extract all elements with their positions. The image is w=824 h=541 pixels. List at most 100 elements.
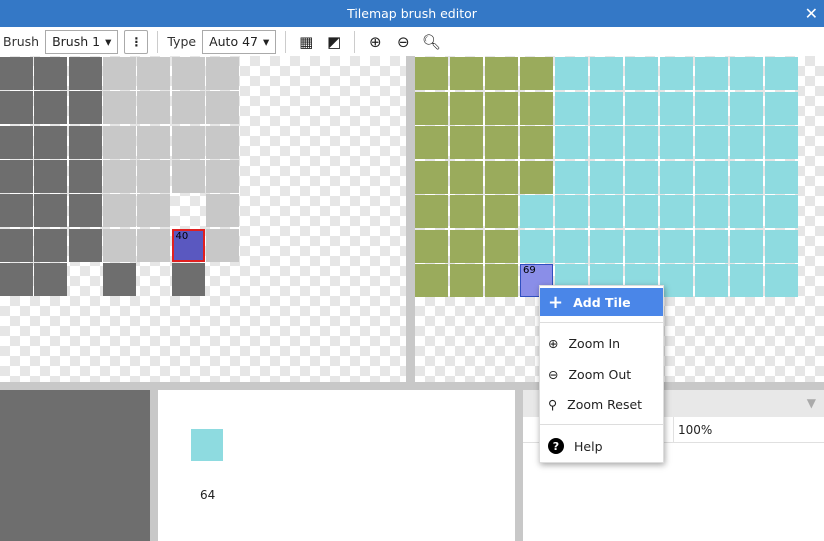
tileset-tile[interactable]: [590, 57, 623, 90]
brush-tile[interactable]: [68, 228, 102, 262]
brush-tile[interactable]: [0, 228, 33, 262]
brush-tile[interactable]: [68, 57, 102, 90]
tileset-tile[interactable]: [590, 160, 623, 194]
tileset-tile[interactable]: [660, 91, 693, 125]
brush-tile[interactable]: [68, 194, 102, 228]
zoom-in-icon[interactable]: ⊕: [364, 31, 386, 53]
brush-tile[interactable]: [34, 57, 68, 90]
tileset-tile[interactable]: [695, 229, 728, 263]
tileset-tile[interactable]: [625, 229, 658, 263]
tileset-tile[interactable]: [415, 91, 448, 125]
brush-tile[interactable]: [205, 228, 239, 262]
tileset-tile[interactable]: [485, 126, 518, 159]
tileset-tile[interactable]: [450, 126, 483, 159]
menu-item-help[interactable]: ? Help: [540, 432, 663, 460]
tileset-tile[interactable]: [730, 126, 763, 159]
menu-item-zoom-reset[interactable]: ⚲ Zoom Reset: [540, 390, 663, 418]
brush-tile[interactable]: [102, 194, 136, 228]
menu-item-zoom-in[interactable]: ⊕ Zoom In: [540, 329, 663, 357]
tileset-tile[interactable]: [555, 160, 588, 194]
tileset-tile[interactable]: [765, 229, 798, 263]
brush-tile[interactable]: [68, 91, 102, 125]
tileset-tile[interactable]: [590, 91, 623, 125]
tileset-tile[interactable]: [765, 160, 798, 194]
brush-tile[interactable]: [102, 91, 136, 125]
tileset-tile[interactable]: [590, 126, 623, 159]
zoom-reset-icon[interactable]: 🔍︎: [420, 31, 442, 53]
tileset-tile[interactable]: [695, 57, 728, 90]
tileset-tile[interactable]: [695, 91, 728, 125]
tileset-tile[interactable]: [450, 264, 483, 297]
tileset-tile[interactable]: [450, 91, 483, 125]
brush-tile[interactable]: [102, 262, 136, 296]
tileset-tile[interactable]: [415, 126, 448, 159]
brush-tile[interactable]: [34, 125, 68, 159]
tileset-tile[interactable]: [415, 229, 448, 263]
tileset-tile[interactable]: [660, 126, 693, 159]
tileset-tile[interactable]: [555, 195, 588, 228]
brush-tile[interactable]: [0, 91, 33, 125]
tileset-tile[interactable]: [695, 126, 728, 159]
type-select[interactable]: Auto 47 ▾: [202, 29, 277, 54]
tileset-tile[interactable]: [730, 91, 763, 125]
brush-tile[interactable]: [0, 262, 33, 296]
tileset-tile[interactable]: [450, 195, 483, 228]
brush-tile[interactable]: [205, 159, 239, 193]
tileset-tile[interactable]: [520, 57, 553, 90]
tileset-tile[interactable]: [730, 195, 763, 228]
tileset-tile[interactable]: [625, 195, 658, 228]
tileset-tile[interactable]: [730, 264, 763, 297]
brush-tile[interactable]: [137, 125, 171, 159]
brush-options-button[interactable]: ⋮: [124, 29, 149, 54]
brush-tile[interactable]: [171, 91, 205, 125]
tileset-tile[interactable]: [660, 57, 693, 90]
brush-tile[interactable]: [102, 125, 136, 159]
brush-tile[interactable]: [68, 159, 102, 193]
tileset-tile[interactable]: [555, 229, 588, 263]
brush-tile[interactable]: [205, 91, 239, 125]
tileset-tile[interactable]: [765, 126, 798, 159]
brush-tile[interactable]: [205, 57, 239, 90]
brush-tile[interactable]: [205, 194, 239, 228]
tileset-tile[interactable]: [555, 126, 588, 159]
tileset-tile[interactable]: [485, 195, 518, 228]
tileset-tile[interactable]: [695, 195, 728, 228]
tileset-tile[interactable]: [485, 91, 518, 125]
brush-tile[interactable]: [34, 91, 68, 125]
brush-canvas[interactable]: 40: [0, 56, 406, 382]
tileset-tile[interactable]: [695, 264, 728, 297]
tileset-tile[interactable]: [450, 229, 483, 263]
tileset-tile[interactable]: [450, 57, 483, 90]
brush-tile[interactable]: [137, 57, 171, 90]
tileset-tile[interactable]: [520, 160, 553, 194]
tileset-tile[interactable]: [730, 160, 763, 194]
tileset-tile[interactable]: [415, 264, 448, 297]
tileset-tile[interactable]: [450, 160, 483, 194]
brush-tile[interactable]: [34, 228, 68, 262]
tileset-tile[interactable]: [520, 91, 553, 125]
tileset-tile[interactable]: [660, 160, 693, 194]
tileset-tile[interactable]: [485, 229, 518, 263]
brush-tile[interactable]: [0, 194, 33, 228]
tileset-tile[interactable]: [555, 57, 588, 90]
tileset-tile[interactable]: [625, 91, 658, 125]
tileset-tile[interactable]: [625, 126, 658, 159]
half-square-icon[interactable]: ◩: [323, 31, 345, 53]
tileset-tile[interactable]: [415, 57, 448, 90]
brush-tile[interactable]: [68, 125, 102, 159]
tileset-tile[interactable]: [485, 57, 518, 90]
menu-item-add-tile[interactable]: + Add Tile: [540, 288, 663, 316]
tileset-tile[interactable]: [625, 160, 658, 194]
tileset-tile[interactable]: [660, 195, 693, 228]
tileset-tile[interactable]: [485, 264, 518, 297]
brush-tile[interactable]: [0, 57, 33, 90]
brush-tile[interactable]: [171, 262, 205, 296]
tileset-tile[interactable]: [765, 264, 798, 297]
tileset-tile[interactable]: [765, 195, 798, 228]
tileset-tile[interactable]: [625, 57, 658, 90]
brush-tile[interactable]: [137, 194, 171, 228]
menu-item-zoom-out[interactable]: ⊖ Zoom Out: [540, 360, 663, 388]
brush-tile[interactable]: [171, 57, 205, 90]
collapse-icon[interactable]: ▼: [807, 396, 816, 410]
brush-tile[interactable]: [102, 228, 136, 262]
